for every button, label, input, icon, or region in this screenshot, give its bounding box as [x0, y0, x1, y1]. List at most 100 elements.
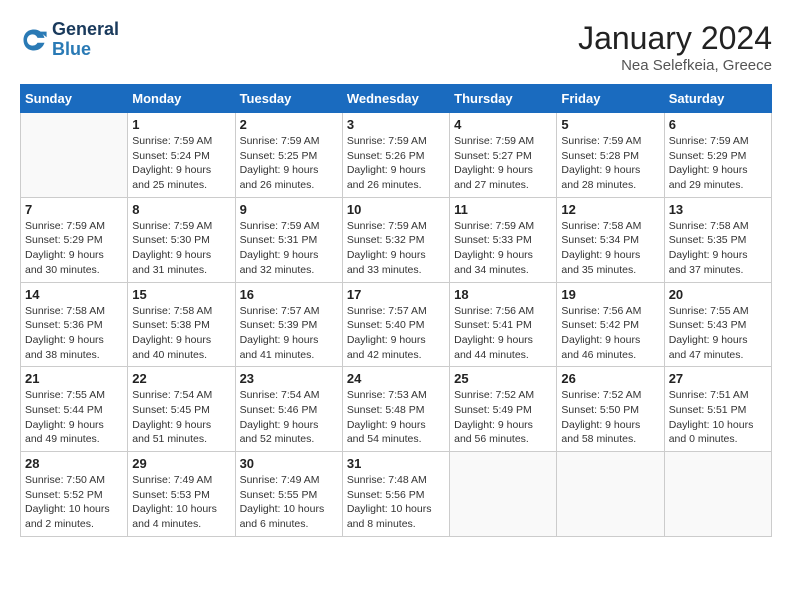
day-info: Sunrise: 7:58 AMSunset: 5:34 PMDaylight:…	[561, 219, 659, 278]
calendar-cell	[21, 113, 128, 198]
day-number: 15	[132, 287, 230, 302]
day-number: 26	[561, 371, 659, 386]
day-info: Sunrise: 7:52 AMSunset: 5:50 PMDaylight:…	[561, 388, 659, 447]
day-info: Sunrise: 7:56 AMSunset: 5:42 PMDaylight:…	[561, 304, 659, 363]
calendar-cell: 28Sunrise: 7:50 AMSunset: 5:52 PMDayligh…	[21, 452, 128, 537]
calendar-cell: 7Sunrise: 7:59 AMSunset: 5:29 PMDaylight…	[21, 197, 128, 282]
day-number: 19	[561, 287, 659, 302]
day-number: 12	[561, 202, 659, 217]
calendar-cell: 12 Sunrise: 7:58 AMSunset: 5:34 PMDayligh…	[557, 197, 664, 282]
day-info: Sunrise: 7:56 AMSunset: 5:41 PMDaylight:…	[454, 304, 552, 363]
calendar-cell: 10 Sunrise: 7:59 AMSunset: 5:32 PMDayligh…	[342, 197, 449, 282]
day-info: Sunrise: 7:59 AMSunset: 5:30 PMDaylight:…	[132, 219, 230, 278]
day-info: Sunrise: 7:59 AMSunset: 5:28 PMDaylight:…	[561, 134, 659, 193]
calendar-cell: 29 Sunrise: 7:49 AMSunset: 5:53 PMDayligh…	[128, 452, 235, 537]
calendar-cell: 14 Sunrise: 7:58 AMSunset: 5:36 PMDayligh…	[21, 282, 128, 367]
logo-text-line1: General	[52, 20, 119, 40]
calendar-cell: 2 Sunrise: 7:59 AMSunset: 5:25 PMDaylight…	[235, 113, 342, 198]
calendar-table: SundayMondayTuesdayWednesdayThursdayFrid…	[20, 84, 772, 537]
day-info: Sunrise: 7:55 AMSunset: 5:44 PMDaylight:…	[25, 388, 123, 447]
day-number: 25	[454, 371, 552, 386]
day-info: Sunrise: 7:51 AMSunset: 5:51 PMDaylight:…	[669, 388, 767, 447]
calendar-cell: 19 Sunrise: 7:56 AMSunset: 5:42 PMDayligh…	[557, 282, 664, 367]
calendar-week-row: 14 Sunrise: 7:58 AMSunset: 5:36 PMDayligh…	[21, 282, 772, 367]
day-info: Sunrise: 7:57 AMSunset: 5:39 PMDaylight:…	[240, 304, 338, 363]
day-number: 4	[454, 117, 552, 132]
day-number: 11	[454, 202, 552, 217]
calendar-cell: 15 Sunrise: 7:58 AMSunset: 5:38 PMDayligh…	[128, 282, 235, 367]
day-info: Sunrise: 7:49 AMSunset: 5:53 PMDaylight:…	[132, 473, 230, 532]
day-number: 3	[347, 117, 445, 132]
day-number: 20	[669, 287, 767, 302]
calendar-week-row: 21 Sunrise: 7:55 AMSunset: 5:44 PMDayligh…	[21, 367, 772, 452]
calendar-cell: 30 Sunrise: 7:49 AMSunset: 5:55 PMDayligh…	[235, 452, 342, 537]
logo-text-line2: Blue	[52, 40, 119, 60]
day-number: 7	[25, 202, 123, 217]
calendar-cell: 3 Sunrise: 7:59 AMSunset: 5:26 PMDaylight…	[342, 113, 449, 198]
day-number: 2	[240, 117, 338, 132]
day-number: 18	[454, 287, 552, 302]
calendar-cell: 17Sunrise: 7:57 AMSunset: 5:40 PMDayligh…	[342, 282, 449, 367]
day-info: Sunrise: 7:58 AMSunset: 5:36 PMDaylight:…	[25, 304, 123, 363]
day-info: Sunrise: 7:59 AMSunset: 5:27 PMDaylight:…	[454, 134, 552, 193]
calendar-cell: 18 Sunrise: 7:56 AMSunset: 5:41 PMDayligh…	[450, 282, 557, 367]
calendar-cell	[557, 452, 664, 537]
page-header: General Blue January 2024 Nea Selefkeia,…	[20, 20, 772, 74]
calendar-week-row: 28Sunrise: 7:50 AMSunset: 5:52 PMDayligh…	[21, 452, 772, 537]
day-number: 13	[669, 202, 767, 217]
day-number: 21	[25, 371, 123, 386]
calendar-week-row: 1 Sunrise: 7:59 AMSunset: 5:24 PMDaylight…	[21, 113, 772, 198]
day-info: Sunrise: 7:59 AMSunset: 5:31 PMDaylight:…	[240, 219, 338, 278]
day-info: Sunrise: 7:54 AMSunset: 5:46 PMDaylight:…	[240, 388, 338, 447]
weekday-header: Friday	[557, 85, 664, 113]
day-number: 29	[132, 456, 230, 471]
calendar-cell: 1 Sunrise: 7:59 AMSunset: 5:24 PMDaylight…	[128, 113, 235, 198]
day-info: Sunrise: 7:59 AMSunset: 5:26 PMDaylight:…	[347, 134, 445, 193]
title-area: January 2024 Nea Selefkeia, Greece	[578, 20, 772, 74]
day-info: Sunrise: 7:57 AMSunset: 5:40 PMDaylight:…	[347, 304, 445, 363]
calendar-cell: 13 Sunrise: 7:58 AMSunset: 5:35 PMDayligh…	[664, 197, 771, 282]
logo-icon	[20, 26, 48, 54]
day-number: 1	[132, 117, 230, 132]
calendar-cell: 8Sunrise: 7:59 AMSunset: 5:30 PMDaylight…	[128, 197, 235, 282]
calendar-cell: 31Sunrise: 7:48 AMSunset: 5:56 PMDayligh…	[342, 452, 449, 537]
day-number: 14	[25, 287, 123, 302]
day-number: 30	[240, 456, 338, 471]
day-number: 24	[347, 371, 445, 386]
calendar-cell: 20 Sunrise: 7:55 AMSunset: 5:43 PMDayligh…	[664, 282, 771, 367]
day-number: 23	[240, 371, 338, 386]
calendar-cell: 22Sunrise: 7:54 AMSunset: 5:45 PMDayligh…	[128, 367, 235, 452]
calendar-cell: 4 Sunrise: 7:59 AMSunset: 5:27 PMDaylight…	[450, 113, 557, 198]
day-info: Sunrise: 7:58 AMSunset: 5:35 PMDaylight:…	[669, 219, 767, 278]
day-number: 6	[669, 117, 767, 132]
calendar-cell: 23 Sunrise: 7:54 AMSunset: 5:46 PMDayligh…	[235, 367, 342, 452]
weekday-header: Wednesday	[342, 85, 449, 113]
day-number: 28	[25, 456, 123, 471]
day-number: 9	[240, 202, 338, 217]
weekday-header: Sunday	[21, 85, 128, 113]
weekday-header: Tuesday	[235, 85, 342, 113]
calendar-cell: 21 Sunrise: 7:55 AMSunset: 5:44 PMDayligh…	[21, 367, 128, 452]
day-info: Sunrise: 7:49 AMSunset: 5:55 PMDaylight:…	[240, 473, 338, 532]
calendar-cell	[450, 452, 557, 537]
day-number: 27	[669, 371, 767, 386]
calendar-cell: 24 Sunrise: 7:53 AMSunset: 5:48 PMDayligh…	[342, 367, 449, 452]
calendar-cell: 11 Sunrise: 7:59 AMSunset: 5:33 PMDayligh…	[450, 197, 557, 282]
calendar-cell: 27 Sunrise: 7:51 AMSunset: 5:51 PMDayligh…	[664, 367, 771, 452]
calendar-cell: 26 Sunrise: 7:52 AMSunset: 5:50 PMDayligh…	[557, 367, 664, 452]
day-number: 10	[347, 202, 445, 217]
day-info: Sunrise: 7:53 AMSunset: 5:48 PMDaylight:…	[347, 388, 445, 447]
day-info: Sunrise: 7:48 AMSunset: 5:56 PMDaylight:…	[347, 473, 445, 532]
day-info: Sunrise: 7:59 AMSunset: 5:25 PMDaylight:…	[240, 134, 338, 193]
day-info: Sunrise: 7:55 AMSunset: 5:43 PMDaylight:…	[669, 304, 767, 363]
weekday-header: Saturday	[664, 85, 771, 113]
day-info: Sunrise: 7:52 AMSunset: 5:49 PMDaylight:…	[454, 388, 552, 447]
month-title: January 2024	[578, 20, 772, 57]
day-number: 16	[240, 287, 338, 302]
day-info: Sunrise: 7:59 AMSunset: 5:24 PMDaylight:…	[132, 134, 230, 193]
day-info: Sunrise: 7:59 AMSunset: 5:32 PMDaylight:…	[347, 219, 445, 278]
day-info: Sunrise: 7:58 AMSunset: 5:38 PMDaylight:…	[132, 304, 230, 363]
day-info: Sunrise: 7:59 AMSunset: 5:33 PMDaylight:…	[454, 219, 552, 278]
location: Nea Selefkeia, Greece	[578, 57, 772, 74]
calendar-week-row: 7Sunrise: 7:59 AMSunset: 5:29 PMDaylight…	[21, 197, 772, 282]
